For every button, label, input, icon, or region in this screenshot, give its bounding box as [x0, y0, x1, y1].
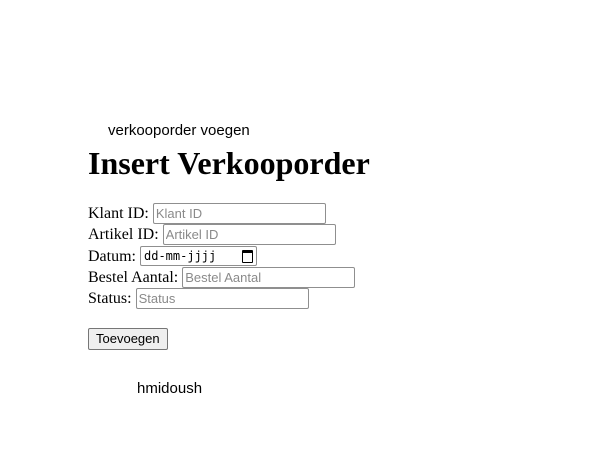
- username-text: hmidoush: [137, 380, 203, 397]
- klant-id-input[interactable]: [152, 203, 326, 225]
- toevoegen-button[interactable]: Toevoegen: [88, 328, 168, 350]
- status-input[interactable]: [135, 288, 309, 310]
- artikel-id-label: Artikel ID:: [88, 226, 159, 244]
- field-row-artikel-id: Artikel ID:: [88, 224, 355, 246]
- datum-date-input[interactable]: dd-mm-jjjj: [140, 246, 257, 267]
- bestel-aantal-input[interactable]: [182, 267, 356, 289]
- field-row-bestel-aantal: Bestel Aantal:: [88, 267, 356, 289]
- field-row-datum: Datum: dd-mm-jjjj: [88, 246, 355, 267]
- klant-id-label: Klant ID:: [88, 205, 149, 223]
- field-row-klant-id: Klant ID:: [88, 203, 355, 225]
- page-title: Insert Verkooporder: [88, 145, 370, 181]
- insert-verkooporder-form: Klant ID: Artikel ID: Datum: dd-mm-jjjj …: [88, 203, 356, 310]
- datum-label: Datum:: [88, 247, 136, 265]
- datum-date-value: dd-mm-jjjj: [144, 249, 217, 264]
- field-row-status: Status:: [88, 288, 355, 310]
- status-label: Status:: [88, 290, 132, 308]
- bestel-aantal-label: Bestel Aantal:: [88, 269, 179, 287]
- nav-link-verkooporder-voegen[interactable]: verkooporder voegen: [108, 122, 250, 140]
- calendar-icon[interactable]: [242, 249, 253, 263]
- artikel-id-input[interactable]: [162, 224, 336, 246]
